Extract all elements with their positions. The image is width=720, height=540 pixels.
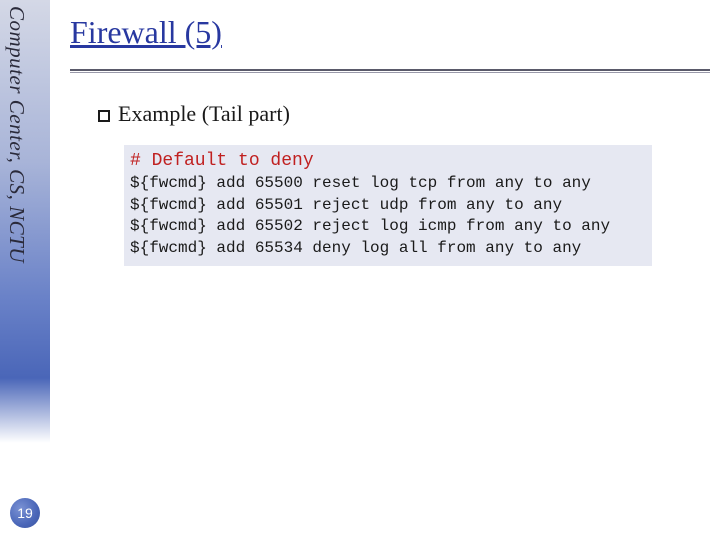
code-block: # Default to deny ${fwcmd} add 65500 res… [124,145,652,266]
code-line: ${fwcmd} add 65534 deny log all from any… [130,239,581,257]
slide-content: Firewall (5) Example (Tail part) # Defau… [70,0,710,266]
page-number-badge: 19 [10,498,40,528]
sidebar-label: Computer Center, CS, NCTU [4,6,29,263]
code-line: ${fwcmd} add 65500 reset log tcp from an… [130,174,591,192]
subtitle: Example (Tail part) [98,101,710,127]
divider-thick [70,69,710,71]
code-comment: # Default to deny [130,151,314,171]
code-line: ${fwcmd} add 65501 reject udp from any t… [130,196,562,214]
square-bullet-icon [98,110,110,122]
slide-title: Firewall (5) [70,14,710,51]
sidebar: Computer Center, CS, NCTU 19 [0,0,50,540]
divider-thin [70,72,710,73]
subtitle-text: Example (Tail part) [118,101,290,126]
code-line: ${fwcmd} add 65502 reject log icmp from … [130,217,610,235]
